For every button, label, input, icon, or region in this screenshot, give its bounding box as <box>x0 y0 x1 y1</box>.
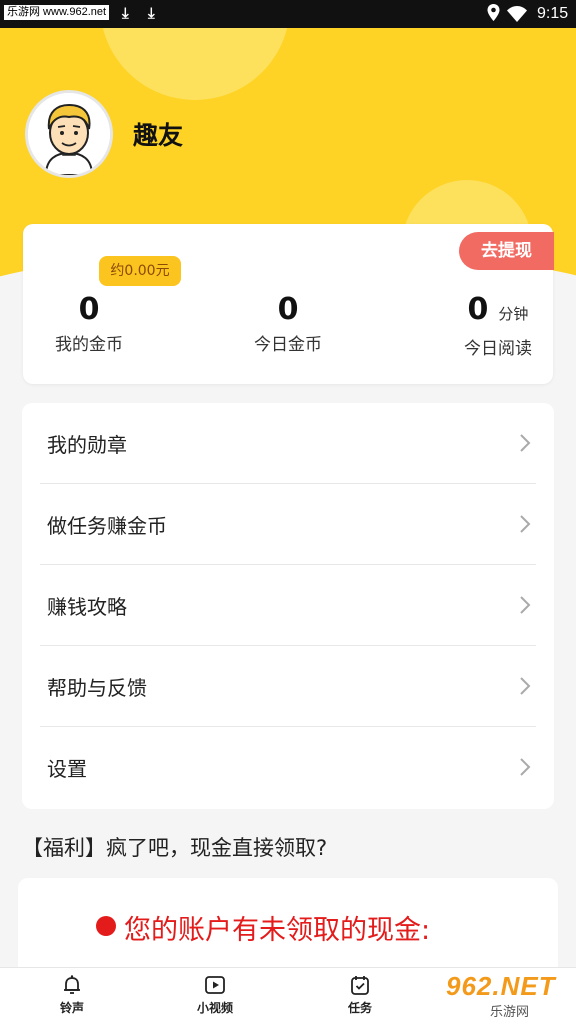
my-coins-label: 我的金币 <box>55 335 123 355</box>
location-icon <box>487 4 500 21</box>
menu-item-label: 赚钱攻略 <box>47 595 127 619</box>
play-icon <box>205 976 225 994</box>
menu-item-guide[interactable]: 赚钱攻略 <box>22 565 554 646</box>
chevron-right-icon <box>520 434 531 452</box>
today-coins-value: 0 <box>277 292 299 327</box>
nav-label: 任务 <box>347 1001 372 1015</box>
nav-label: 铃声 <box>59 1001 84 1015</box>
nav-item-tasks[interactable]: 任务 <box>320 974 400 1016</box>
status-watermark: 乐游网 www.962.net <box>4 5 110 20</box>
wifi-icon <box>507 6 527 22</box>
stats-card: 去提现 约0.00元 0 我的金币 0 今日金币 0 分钟 今日阅读 <box>23 224 554 384</box>
menu-list: 我的勋章 做任务赚金币 赚钱攻略 帮助与反馈 设置 <box>22 403 554 809</box>
today-reading-stat[interactable]: 0 分钟 今日阅读 <box>443 292 553 359</box>
username: 趣友 <box>133 121 184 150</box>
menu-item-tasks[interactable]: 做任务赚金币 <box>22 484 554 565</box>
my-coins-stat[interactable]: 0 我的金币 <box>43 292 135 355</box>
nav-label: 小视频 <box>196 1001 233 1015</box>
menu-item-label: 设置 <box>47 757 87 781</box>
avatar[interactable] <box>25 90 113 178</box>
watermark-logo-text: 962.NET <box>446 971 556 1001</box>
menu-item-settings[interactable]: 设置 <box>22 727 554 808</box>
watermark-logo-subtext: 乐游网 <box>490 1005 530 1020</box>
menu-item-label: 帮助与反馈 <box>47 676 147 700</box>
today-reading-value: 0 分钟 <box>443 292 553 332</box>
today-reading-number: 0 <box>467 292 489 327</box>
download-icon: ⤓ <box>122 4 129 22</box>
nav-item-ringtone[interactable]: 铃声 <box>32 974 112 1016</box>
watermark-logo: 962.NET 乐游网 <box>440 971 570 1021</box>
approx-cash-badge: 约0.00元 <box>99 256 181 286</box>
my-coins-value: 0 <box>78 292 100 327</box>
today-coins-stat[interactable]: 0 今日金币 <box>243 292 333 355</box>
chevron-right-icon <box>520 758 531 776</box>
bell-icon <box>64 975 80 994</box>
menu-item-medals[interactable]: 我的勋章 <box>22 403 554 484</box>
chevron-right-icon <box>520 596 531 614</box>
today-reading-label: 今日阅读 <box>464 339 532 359</box>
red-dot-icon <box>96 916 116 936</box>
nav-item-short-video[interactable]: 小视频 <box>175 974 255 1016</box>
today-coins-label: 今日金币 <box>254 335 322 355</box>
today-reading-unit: 分钟 <box>498 305 529 323</box>
menu-item-help[interactable]: 帮助与反馈 <box>22 646 554 727</box>
avatar-face-icon <box>28 93 110 175</box>
chevron-right-icon <box>520 677 531 695</box>
promo-title[interactable]: 【福利】疯了吧，现金直接领取? <box>22 832 327 862</box>
menu-item-label: 做任务赚金币 <box>47 514 167 538</box>
chevron-right-icon <box>520 515 531 533</box>
task-icon <box>351 976 369 995</box>
menu-item-label: 我的勋章 <box>47 433 127 457</box>
cash-card-text: 您的账户有未领取的现金: <box>124 915 431 946</box>
withdraw-button[interactable]: 去提现 <box>459 232 554 270</box>
download-icon: ⤓ <box>148 4 155 22</box>
status-time: 9:15 <box>537 5 569 22</box>
cash-card[interactable]: 您的账户有未领取的现金: <box>18 878 558 978</box>
status-bar: 乐游网 www.962.net ⤓ ⤓ 9:15 <box>0 0 576 28</box>
